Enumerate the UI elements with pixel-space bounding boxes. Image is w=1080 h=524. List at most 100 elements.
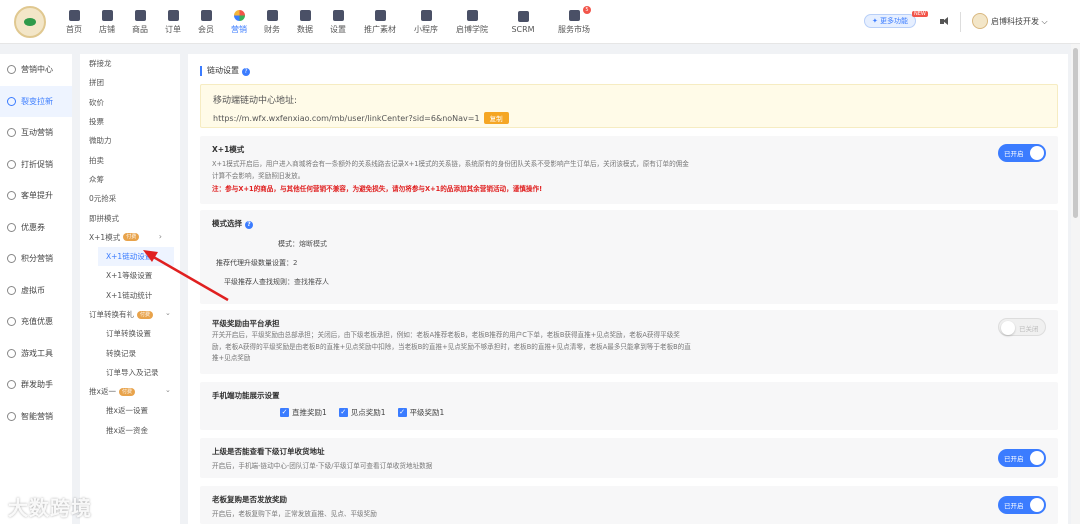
sidebar-item[interactable]: 积分营销 [0, 243, 72, 275]
menu-group[interactable]: 拼团 [80, 73, 180, 92]
sidebar-item[interactable]: 打折促销 [0, 149, 72, 181]
home-icon [68, 9, 80, 21]
flat-reward-toggle[interactable]: 已关闭 [998, 318, 1046, 336]
menu-group[interactable]: 群接龙 [80, 54, 180, 73]
secondary-sidebar: 群接龙 拼团 砍价 投票 微助力 拍卖 众筹 0元抢采 即拼模式 X+1模式 付费 › X+1链动设置 X… [80, 54, 180, 524]
menu-group[interactable]: 订单转换有礼 付费 ⌄ [80, 305, 180, 324]
notification-badge: 5 [583, 6, 591, 14]
menu-group[interactable]: 0元抢采 [80, 189, 180, 208]
menu-label: 转换记录 [106, 348, 136, 358]
menu-group[interactable]: 众筹 [80, 170, 180, 189]
copy-button[interactable]: 复制 [483, 112, 509, 124]
help-icon[interactable]: ? [245, 221, 253, 229]
sidebar-item-label: 互动营销 [21, 128, 53, 138]
sidebar-item[interactable]: 互动营销 [0, 117, 72, 149]
menu-group[interactable]: 投票 [80, 112, 180, 131]
submenu-item[interactable]: 转换记录 [80, 343, 180, 362]
checkbox-checked-icon[interactable]: ✓ [280, 408, 289, 417]
nav-data[interactable]: 数据 [291, 0, 319, 44]
sidebar-item-label: 营销中心 [21, 65, 53, 75]
upper-address-title: 上级是否能查看下级订单收货地址 [212, 447, 325, 456]
option-checkbox[interactable]: ✓ 见点奖励1 [338, 407, 386, 418]
submenu-item[interactable]: 推x返一设置 [80, 401, 180, 420]
nav-miniprogram[interactable]: 小程序 [408, 0, 444, 44]
user-name[interactable]: 启博科技开发 [991, 16, 1048, 27]
nav-store[interactable]: 店铺 [93, 0, 121, 44]
more-features-button[interactable]: ✦ 更多功能 [864, 14, 916, 28]
sidebar-item[interactable]: 充值优惠 [0, 306, 72, 338]
submenu-item[interactable]: X+1等级设置 [80, 266, 180, 285]
option-checkbox[interactable]: ✓ 平级奖励1 [397, 407, 445, 418]
nav-share[interactable]: 推广素材 [357, 0, 403, 44]
menu-group[interactable]: 推x返一 付费 ⌄ [80, 382, 180, 401]
nav-home[interactable]: 首页 [60, 0, 88, 44]
sidebar-item[interactable]: 优惠券 [0, 212, 72, 244]
nav-market[interactable]: 服务市场 5 [551, 0, 597, 44]
rule-row: 平级推荐人查找规则：查找推荐人 [224, 277, 329, 287]
sidebar-item[interactable]: 群发助手 [0, 369, 72, 401]
sidebar-item[interactable]: 游戏工具 [0, 338, 72, 370]
boss-repurchase-card: 老板复购是否发放奖励 开启后，老板复购下单，正常发放直推、见点、平级奖励 已开启 [200, 486, 1058, 524]
sidebar-item[interactable]: 裂变拉新 [0, 85, 72, 117]
speaker-icon[interactable] [940, 17, 949, 26]
menu-group[interactable]: 微助力 [80, 131, 180, 150]
page-scrollbar[interactable] [1071, 44, 1080, 524]
menu-label: 推x返一 [89, 387, 116, 397]
main-nav: 首页 店铺 商品 订单 会员 营销 财务 数据 设置 推广素材 小程序 启博学院 SCRM 服务市场 5 [60, 0, 602, 44]
upper-address-desc: 开启后，手机端-链动中心-团队订单-下级/平级订单可查看订单收货地址数据 [212, 462, 433, 470]
option-checkbox[interactable]: ✓ 直推奖励1 [280, 407, 327, 418]
toggle-label: 已关闭 [1019, 325, 1039, 333]
submenu-item[interactable]: X+1链动设置 [98, 246, 174, 267]
submenu-item[interactable]: 推x返一资金 [80, 421, 180, 440]
checkbox-label: 见点奖励1 [350, 408, 386, 417]
submenu-item[interactable]: X+1链动统计 [80, 286, 180, 305]
chevron-right-icon[interactable]: › [159, 232, 162, 241]
menu-icon [7, 159, 16, 169]
chevron-down-icon[interactable]: ⌄ [165, 386, 171, 394]
menu-group[interactable]: 即拼模式 [80, 208, 180, 227]
checkbox-checked-icon[interactable]: ✓ [397, 408, 407, 417]
sidebar-item[interactable]: 营销中心 [0, 54, 72, 86]
sidebar-item[interactable]: 智能营销 [0, 401, 72, 433]
nav-settings[interactable]: 设置 [324, 0, 352, 44]
x1-mode-toggle[interactable]: 已开启 [998, 144, 1046, 162]
nav-goods[interactable]: 商品 [126, 0, 154, 44]
nav-marketing[interactable]: 营销 [225, 0, 253, 44]
help-icon[interactable]: ? [242, 68, 250, 76]
scrm-icon [517, 10, 529, 22]
menu-icon [7, 348, 16, 358]
watermark-text: 大数跨境 [8, 496, 92, 520]
upper-address-toggle[interactable]: 已开启 [998, 449, 1046, 467]
menu-icon [7, 191, 16, 201]
nav-label: 启博学院 [456, 24, 488, 34]
flat-reward-desc: 开关开启后，平级奖励由总部承担；关闭后，由下级老板承担，例如：老板A推荐老板B，… [212, 331, 691, 362]
nav-academy[interactable]: 启博学院 [449, 0, 495, 44]
menu-label: 拼团 [89, 78, 104, 88]
member-icon [200, 9, 212, 21]
checkbox-checked-icon[interactable]: ✓ [338, 408, 348, 417]
scrollbar-thumb[interactable] [1073, 48, 1078, 218]
sidebar-item[interactable]: 虚拟币 [0, 275, 72, 307]
new-badge: NEW [912, 11, 928, 17]
nav-finance[interactable]: 财务 [258, 0, 286, 44]
submenu-item[interactable]: 订单转换设置 [80, 324, 180, 343]
top-navbar: 首页 店铺 商品 订单 会员 营销 财务 数据 设置 推广素材 小程序 启博学院 SCRM 服务市场 5 ✦… [0, 0, 1080, 44]
submenu-item[interactable]: 订单导入及记录 [80, 363, 180, 382]
sidebar-item-label: 智能营销 [21, 411, 53, 421]
nav-order[interactable]: 订单 [159, 0, 187, 44]
recommend-label: 推荐代理升级数量设置： [216, 259, 293, 267]
menu-group[interactable]: 砍价 [80, 93, 180, 112]
nav-label: 营销 [231, 24, 247, 34]
checkbox-label: 平级奖励1 [409, 408, 445, 417]
shop-logo[interactable] [14, 6, 46, 38]
menu-group[interactable]: 拍卖 [80, 150, 180, 169]
chevron-down-icon[interactable]: ⌄ [165, 309, 171, 317]
menu-group[interactable]: X+1模式 付费 › [80, 228, 180, 247]
nav-scrm[interactable]: SCRM [500, 0, 546, 44]
menu-icon [7, 380, 16, 390]
user-avatar[interactable] [972, 13, 988, 29]
mode-select-card: 模式选择? 模式：熔断模式 推荐代理升级数量设置：2 平级推荐人查找规则：查找推… [200, 210, 1058, 304]
nav-member[interactable]: 会员 [192, 0, 220, 44]
sidebar-item[interactable]: 客单提升 [0, 180, 72, 212]
boss-repurchase-toggle[interactable]: 已开启 [998, 496, 1046, 514]
